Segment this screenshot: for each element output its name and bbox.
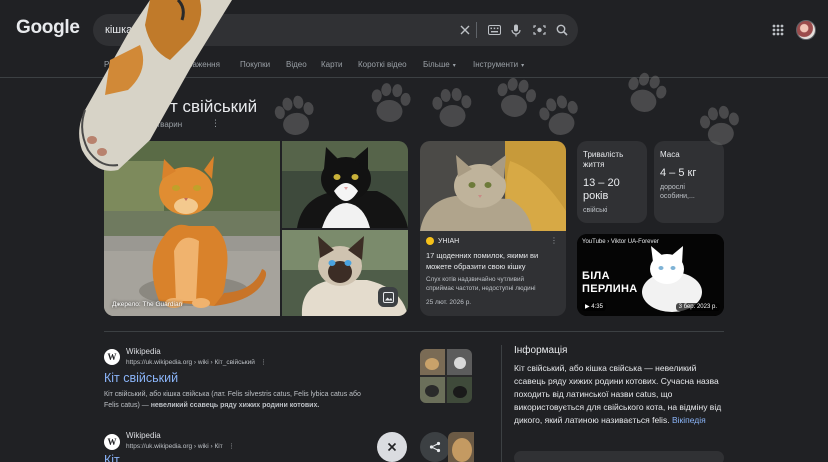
wikipedia-favicon-icon: W [104,349,120,365]
result-snippet-line-2: Felis catus) — [104,402,151,409]
partial-cat-image[interactable] [448,432,474,462]
unian-logo-icon [426,237,434,245]
result-snippet: Кіт свійський, або кішка свійська (лат. … [104,389,404,411]
tab-more-label: Більше [423,60,450,69]
video-date: 3 бер. 2023 р. [675,303,720,311]
result-thumbnail[interactable] [420,349,472,403]
tab-tools-label: Інструменти [473,60,519,69]
microphone-icon[interactable] [506,20,526,40]
video-overlay-text: БІЛА ПЕРЛИНА [582,270,638,296]
news-date: 25 лют. 2026 р. [426,299,472,306]
result-site-name[interactable]: Wikipedia [126,347,161,356]
avatar[interactable] [796,20,816,40]
orange-cat-illustration [104,141,280,316]
info-extra-box[interactable] [514,451,724,462]
apps-grid-icon[interactable] [770,22,786,38]
tab-more[interactable]: Більше ▾ [423,60,456,69]
tab-tools[interactable]: Інструменти ▾ [473,60,524,69]
result-url[interactable]: https://uk.wikipedia.org › wiki › Кіт_св… [126,358,267,366]
search-divider [476,22,477,38]
paw-prints [272,69,743,148]
news-snippet-2: сприймає частоти, недоступні людині [426,285,536,292]
video-duration: ▶ 4:35 [582,302,606,311]
search-tabs: Ро ображення Покупки Відео Карти Короткі… [0,55,828,77]
caret-down-icon: ▾ [452,63,456,69]
info-divider [501,345,502,462]
image-black-white-cat[interactable] [282,141,408,228]
section-divider [104,331,724,332]
close-button[interactable] [377,432,407,462]
result-title[interactable]: Кіт [104,453,120,462]
fact-note: дорослі особини,... [660,184,695,200]
more-options-icon[interactable]: ⋮ [260,359,267,366]
tab-short-videos[interactable]: Короткі відео [358,60,407,69]
news-title[interactable]: 17 щоденних помилок, якими ви можете обр… [426,251,562,272]
info-heading: Інформація [514,345,568,356]
result-snippet-bold: невеликий ссавець ряду хижих родини кото… [150,402,320,409]
result-site-name[interactable]: Wikipedia [126,431,161,440]
caret-down-icon: ▾ [521,63,525,69]
fact-label: Маса [660,150,680,159]
result-snippet-line-1: Кіт свійський, або кішка свійська (лат. … [104,391,361,398]
image-gallery-button[interactable] [378,287,398,307]
keyboard-icon[interactable] [484,20,504,40]
fact-value: 13 – 20 років [583,177,620,202]
tab-shopping[interactable]: Покупки [240,60,270,69]
news-snippet-1: Слух котів надзвичайно чутливий [426,276,525,283]
wikipedia-link[interactable]: Вікіпедія [672,415,706,425]
image-siamese-cat[interactable] [282,230,408,316]
image-orange-cat[interactable]: Джерело: The Guardian [104,141,280,316]
image-icon [382,291,394,303]
share-button[interactable] [420,432,450,462]
video-card[interactable]: YouTube › Viktor UA-Forever БІЛА ПЕРЛИНА… [577,234,724,316]
header-divider [0,77,828,78]
more-options-icon[interactable]: ⋮ [228,443,235,450]
google-logo[interactable]: Google [16,17,80,39]
more-options-icon[interactable]: ⋮ [550,236,558,245]
result-thumbnail-collage [420,349,472,403]
close-icon [387,442,397,452]
fact-value: 4 – 5 кг [660,167,697,179]
tab-all[interactable]: Ро [104,60,113,69]
partial-cat-illustration [448,432,474,462]
black-white-cat-illustration [282,141,408,228]
search-input[interactable] [105,22,435,38]
fact-card-mass[interactable]: Маса 4 – 5 кг дорослі особини,... [654,141,724,223]
result-url-text: https://uk.wikipedia.org › wiki › Кіт_св… [126,359,255,366]
news-source: УНІАН [426,237,459,245]
tab-maps[interactable]: Карти [321,60,343,69]
result-url-text: https://uk.wikipedia.org › wiki › Кіт [126,443,223,450]
search-icon[interactable] [552,20,572,40]
result-title[interactable]: Кіт свійський [104,371,178,385]
search-box[interactable] [93,14,578,46]
page-title: т свійський [170,97,258,116]
video-overlay-line-1: БІЛА [582,270,610,282]
news-card[interactable]: УНІАН ⋮ 17 щоденних помилок, якими ви мо… [420,141,566,316]
share-icon [429,441,441,453]
video-duration-value: 4:35 [591,304,603,310]
wikipedia-favicon-icon: W [104,434,120,450]
fact-label: Тривалість життя [583,150,624,169]
result-url[interactable]: https://uk.wikipedia.org › wiki › Кіт ⋮ [126,442,235,450]
video-channel: YouTube › Viktor UA-Forever [582,239,659,245]
fact-note: свійські [583,207,608,214]
video-overlay-line-2: ПЕРЛИНА [582,283,638,295]
news-cat-image [420,141,566,231]
page-subtitle: ство тварин [138,120,183,129]
info-body: Кіт свійський, або кішка свійська — неве… [514,362,724,427]
image-source-label: Джерело: The Guardian [112,301,183,308]
fact-card-lifespan[interactable]: Тривалість життя 13 – 20 років свійські [577,141,647,223]
news-source-name: УНІАН [438,237,460,245]
camera-search-icon[interactable] [529,20,549,40]
tab-images[interactable]: ображення [179,60,220,69]
tab-video[interactable]: Відео [286,60,307,69]
close-icon[interactable] [455,20,475,40]
more-options-icon[interactable]: ⋮ [211,118,220,129]
